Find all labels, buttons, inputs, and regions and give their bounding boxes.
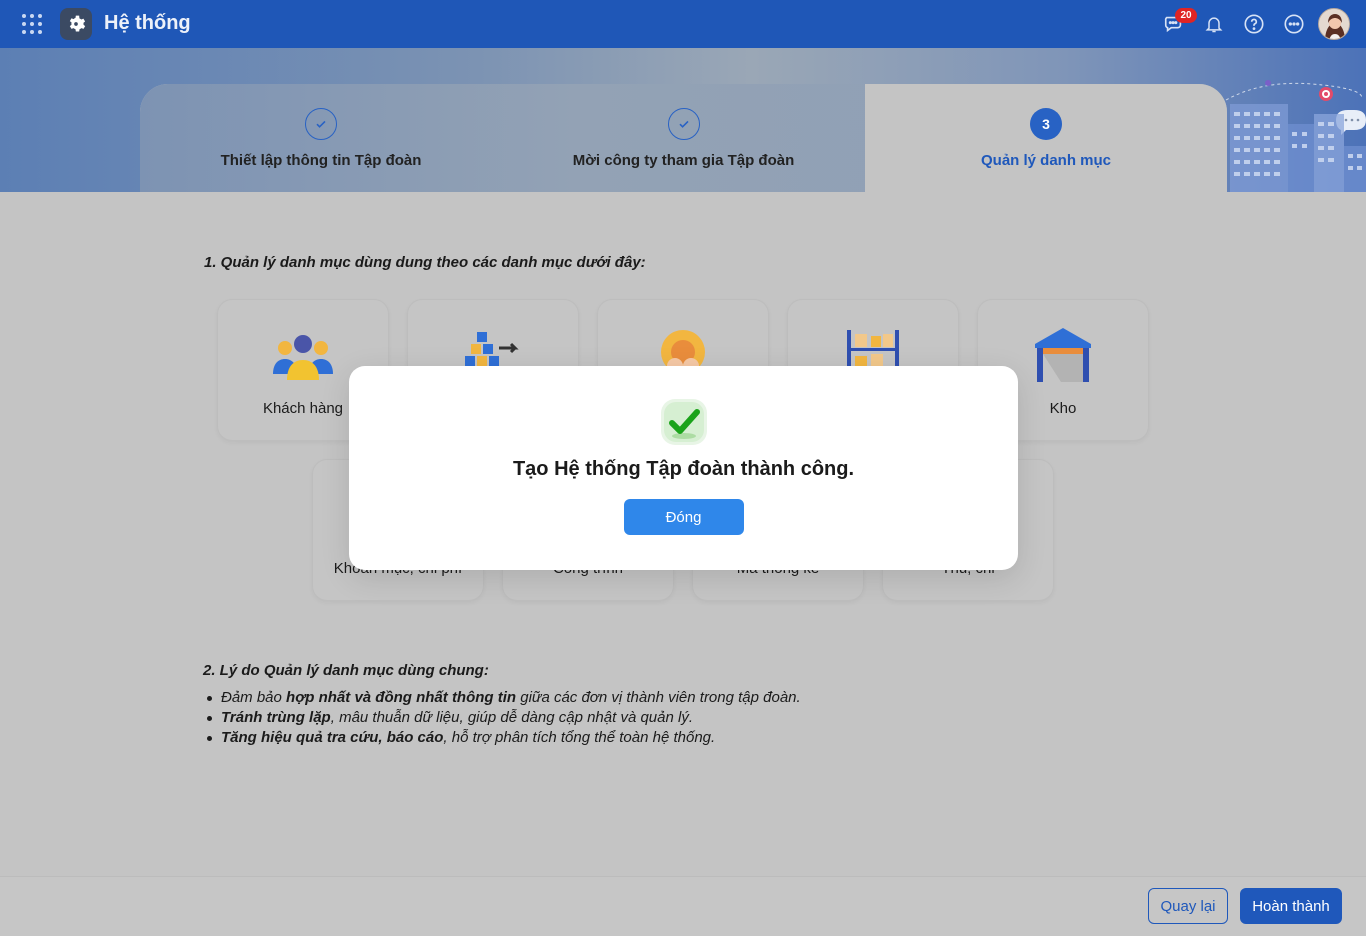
tile-label: Kho: [1049, 400, 1077, 417]
customers-icon: [273, 335, 333, 380]
list-item: Tăng hiệu quả tra cứu, báo cáo, hỗ trợ p…: [204, 728, 1104, 748]
check-icon: [667, 108, 700, 140]
step-2-label: Mời công ty tham gia Tập đoàn: [572, 152, 795, 169]
settings-gear-icon[interactable]: [60, 8, 92, 40]
step-2[interactable]: Mời công ty tham gia Tập đoàn: [502, 84, 865, 192]
reasons-list: Đảm bảo hợp nhất và đồng nhất thông tin …: [204, 688, 1104, 748]
close-button[interactable]: Đóng: [623, 499, 744, 535]
success-check-icon: [660, 399, 707, 445]
more-icon[interactable]: [1282, 12, 1306, 36]
tile-label: Khách hàng: [262, 400, 344, 417]
warehouse-icon: [1035, 328, 1091, 382]
success-dialog: Tạo Hệ thống Tập đoàn thành công. Đóng: [349, 366, 1018, 570]
step-3-number: 3: [1030, 108, 1062, 140]
notification-badge: 20: [1175, 8, 1197, 23]
step-3[interactable]: 3 Quản lý danh mục: [865, 84, 1227, 192]
help-icon[interactable]: [1242, 12, 1266, 36]
finish-button[interactable]: Hoàn thành: [1240, 888, 1342, 924]
check-icon: [305, 108, 337, 140]
step-1-label: Thiết lập thông tin Tập đoàn: [220, 152, 422, 169]
user-avatar[interactable]: [1318, 8, 1350, 40]
city-illustration: [1222, 76, 1366, 192]
section-2-title: 2. Lý do Quản lý danh mục dùng chung:: [203, 662, 489, 679]
section-1-title: 1. Quản lý danh mục dùng dung theo các d…: [204, 254, 646, 271]
app-title: Hệ thống: [104, 12, 191, 34]
apps-grid-icon[interactable]: [22, 14, 42, 34]
back-button[interactable]: Quay lại: [1148, 888, 1228, 924]
list-item: Đảm bảo hợp nhất và đồng nhất thông tin …: [204, 688, 1104, 708]
success-message: Tạo Hệ thống Tập đoàn thành công.: [512, 458, 855, 480]
step-1[interactable]: Thiết lập thông tin Tập đoàn: [140, 84, 502, 192]
top-bar: Hệ thống 20: [0, 0, 1366, 48]
list-item: Tránh trùng lặp, mâu thuẫn dữ liệu, giúp…: [204, 708, 1104, 728]
bell-icon[interactable]: [1202, 12, 1226, 36]
step-3-label: Quản lý danh mục: [980, 152, 1112, 169]
